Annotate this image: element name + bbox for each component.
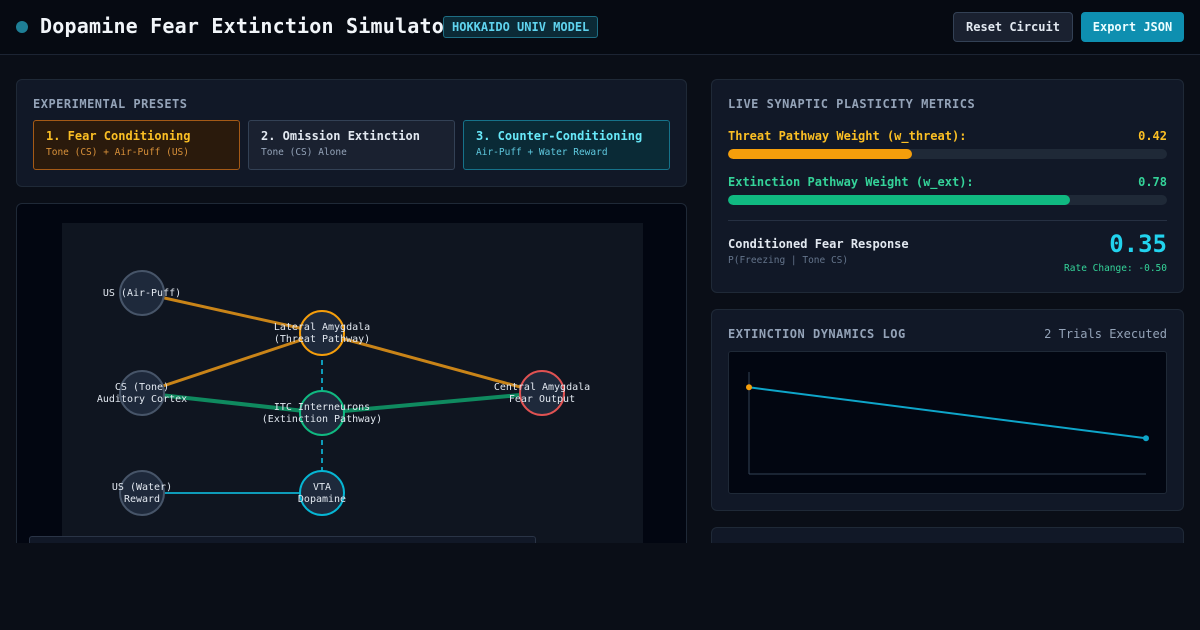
node-label: Reward [124,494,160,505]
extinction-weight-track [728,195,1167,205]
circuit-diagram: US (Air-Puff) Lateral Amygdala (Threat P… [97,270,590,516]
presets-heading: EXPERIMENTAL PRESETS [33,97,188,111]
node-label: Fear Output [509,394,575,405]
export-json-button[interactable]: Export JSON [1081,12,1184,42]
fear-response-line [748,386,1147,440]
node-label: US (Water) [112,482,172,493]
threat-weight-track [728,149,1167,159]
circuit-canvas: US (Air-Puff) Lateral Amygdala (Threat P… [62,223,643,553]
data-point [746,384,752,391]
divider [728,220,1167,221]
metrics-panel: LIVE SYNAPTIC PLASTICITY METRICS Threat … [711,79,1184,293]
status-dot-icon [16,21,28,33]
preset-subtitle: Tone (CS) Alone [261,147,347,158]
node-label: (Extinction Pathway) [262,414,382,425]
node-label: US (Air-Puff) [103,288,181,299]
extinction-weight-bar [728,195,1071,205]
node-label: Central Amygdala [494,382,590,393]
metrics-heading: LIVE SYNAPTIC PLASTICITY METRICS [728,97,976,111]
extinction-weight-value: 0.78 [1138,175,1167,189]
fear-response-label: Conditioned Fear Response [728,237,909,251]
node-label: ITC Interneurons [274,402,370,413]
node-label: Auditory Cortex [97,394,187,405]
preset-omission-extinction[interactable]: 2. Omission Extinction Tone (CS) Alone [248,120,455,170]
data-point [1143,435,1149,442]
presets-panel: EXPERIMENTAL PRESETS 1. Fear Conditionin… [16,79,687,187]
node-us-water[interactable] [119,470,165,516]
app-header: Dopamine Fear Extinction Simulator HOKKA… [0,0,1200,55]
extinction-weight-metric: Extinction Pathway Weight (w_ext): 0.78 [728,175,1167,205]
node-central-amygdala[interactable] [519,370,565,416]
fear-response-value: 0.35 [1109,230,1167,258]
reset-circuit-button[interactable]: Reset Circuit [953,12,1073,42]
app-title: Dopamine Fear Extinction Simulator [40,14,457,38]
rate-change: Rate Change: -0.50 [1064,263,1167,274]
preset-title: 1. Fear Conditioning [46,129,191,143]
log-panel: EXTINCTION DYNAMICS LOG 2 Trials Execute… [711,309,1184,511]
circuit-panel: US (Air-Puff) Lateral Amygdala (Threat P… [16,203,687,563]
log-heading: EXTINCTION DYNAMICS LOG [728,327,906,341]
threat-weight-value: 0.42 [1138,129,1167,143]
preset-fear-conditioning[interactable]: 1. Fear Conditioning Tone (CS) + Air-Puf… [33,120,240,170]
node-label: (Threat Pathway) [274,334,370,345]
preset-title: 3. Counter-Conditioning [476,129,643,143]
node-cs-tone[interactable] [119,370,165,416]
preset-subtitle: Tone (CS) + Air-Puff (US) [46,147,189,158]
threat-weight-label: Threat Pathway Weight (w_threat): [728,129,967,143]
trial-count: 2 Trials Executed [1044,327,1167,341]
extinction-chart [728,351,1167,494]
preset-counter-conditioning[interactable]: 3. Counter-Conditioning Air-Puff + Water… [463,120,670,170]
threat-weight-metric: Threat Pathway Weight (w_threat): 0.42 [728,129,1167,159]
node-label: Dopamine [298,494,346,505]
preset-subtitle: Air-Puff + Water Reward [476,147,608,158]
node-label: Lateral Amygdala [274,322,370,333]
node-vta[interactable] [299,470,345,516]
node-itc-interneurons[interactable] [299,390,345,436]
node-label: CS (Tone) [115,382,169,393]
extinction-weight-label: Extinction Pathway Weight (w_ext): [728,175,974,189]
model-badge: HOKKAIDO UNIV MODEL [443,16,599,38]
fear-response-subtitle: P(Freezing | Tone CS) [728,255,849,266]
node-lateral-amygdala[interactable] [299,310,345,356]
threat-weight-bar [728,149,913,159]
preset-title: 2. Omission Extinction [261,129,420,143]
node-label: VTA [313,482,331,493]
extinction-chart-svg [746,372,1149,475]
page-background [0,543,1200,630]
